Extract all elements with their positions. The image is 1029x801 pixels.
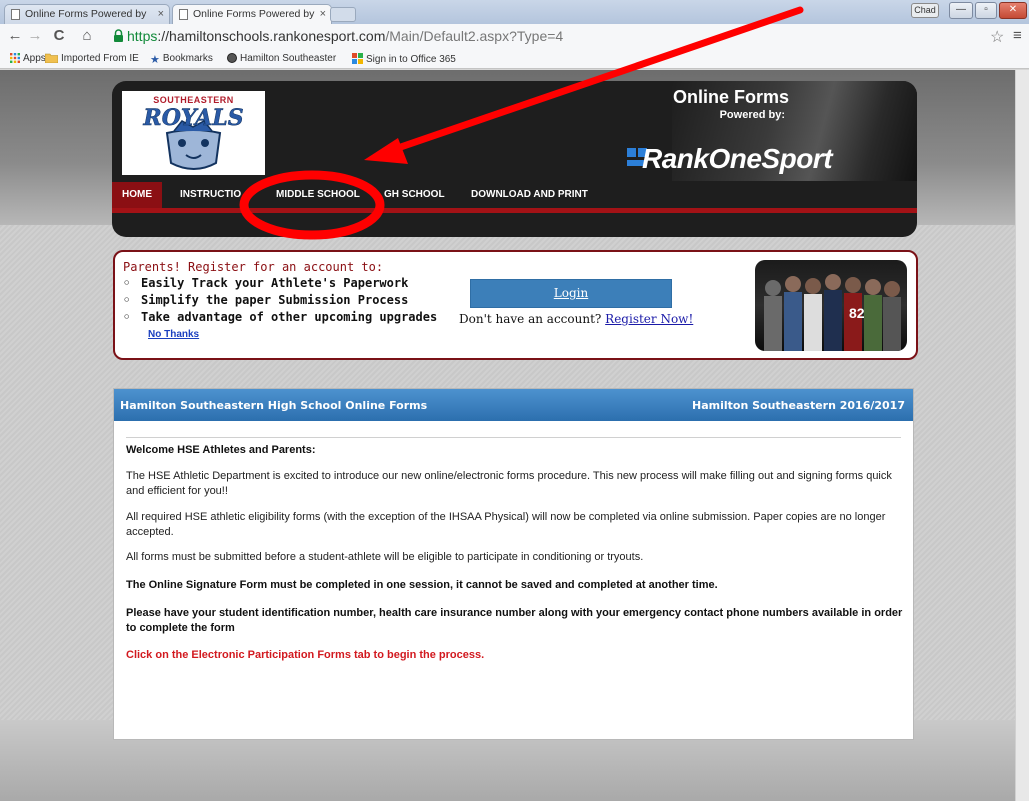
- browser-tab-bar: Online Forms Powered by × Online Forms P…: [0, 0, 1029, 24]
- rankonesport-logo-text: RankOneSport: [642, 143, 833, 174]
- bookmark-star-icon[interactable]: ☆: [990, 27, 1004, 47]
- list-item: Take advantage of other upcoming upgrade…: [123, 309, 437, 326]
- nav-download-and-print[interactable]: DOWNLOAD AND PRINT: [471, 182, 588, 208]
- online-forms-panel: Hamilton Southeastern High School Online…: [113, 388, 914, 740]
- browser-tab[interactable]: Online Forms Powered by ×: [4, 4, 170, 24]
- home-icon[interactable]: ⌂: [78, 27, 96, 45]
- paragraph: All required HSE athletic eligibility fo…: [126, 511, 886, 538]
- close-icon[interactable]: ×: [158, 5, 164, 24]
- close-icon[interactable]: ×: [320, 5, 326, 24]
- list-item: Easily Track your Athlete's Paperwork: [123, 275, 437, 292]
- maximize-button[interactable]: ▫: [975, 2, 997, 19]
- panel-season: Hamilton Southeastern 2016/2017: [692, 399, 905, 412]
- register-benefits-list: Easily Track your Athlete's Paperwork Si…: [123, 275, 437, 326]
- bookmarks-bar: Apps Imported From IE ★ Bookmarks Hamilto…: [0, 50, 1029, 69]
- register-now-link[interactable]: Register Now!: [605, 312, 693, 326]
- nav-instructions[interactable]: INSTRUCTIO: [180, 182, 241, 208]
- instruction-text: Click on the Electronic Participation Fo…: [126, 649, 485, 661]
- paragraph-notice: The Online Signature Form must be comple…: [126, 579, 718, 591]
- bookmark-hamilton-southeastern[interactable]: Hamilton Southeaster: [227, 53, 336, 64]
- site-title: Online Forms: [672, 87, 789, 107]
- paragraph-requirements: Please have your student identification …: [126, 607, 903, 634]
- reload-icon[interactable]: C: [50, 27, 68, 45]
- athletes-photo: 82: [755, 260, 907, 351]
- minimize-button[interactable]: —: [949, 2, 973, 19]
- no-account-text: Don't have an account? Register Now!: [459, 312, 694, 326]
- register-promo-box: Parents! Register for an account to: Eas…: [113, 250, 918, 360]
- page-scrollbar[interactable]: [1015, 70, 1029, 801]
- site-header: SOUTHEASTERN ROYALS Online Forms Powered…: [112, 81, 917, 237]
- login-button[interactable]: Login: [470, 279, 672, 308]
- register-heading: Parents! Register for an account to:: [123, 260, 384, 274]
- page-icon: [179, 9, 188, 20]
- school-logo[interactable]: SOUTHEASTERN ROYALS: [122, 91, 265, 175]
- folder-icon: [45, 53, 58, 63]
- divider: [126, 437, 901, 438]
- list-item: Simplify the paper Submission Process: [123, 292, 437, 309]
- bookmark-apps[interactable]: Apps: [10, 53, 46, 64]
- forward-icon[interactable]: →: [26, 27, 44, 45]
- office-icon: [352, 53, 363, 64]
- menu-icon[interactable]: ≡: [1013, 27, 1022, 44]
- tab-title: Online Forms Powered by: [25, 8, 147, 20]
- no-thanks-link[interactable]: No Thanks: [148, 329, 199, 340]
- powered-by-text: Powered by:: [719, 109, 785, 121]
- page-icon: [11, 9, 20, 20]
- apps-grid-icon: [10, 53, 20, 63]
- star-icon: ★: [150, 54, 160, 66]
- bookmark-office-365[interactable]: Sign in to Office 365: [352, 53, 456, 65]
- bookmark-bookmarks[interactable]: ★ Bookmarks: [150, 53, 213, 66]
- new-tab-button[interactable]: [330, 7, 356, 22]
- panel-header: Hamilton Southeastern High School Online…: [114, 389, 913, 421]
- paragraph: All forms must be submitted before a stu…: [126, 551, 644, 563]
- browser-tab-active[interactable]: Online Forms Powered by ×: [172, 4, 332, 24]
- tab-title: Online Forms Powered by: [193, 8, 315, 20]
- nav-underline: [112, 208, 917, 213]
- back-icon[interactable]: ←: [6, 27, 24, 45]
- svg-text:82: 82: [849, 305, 865, 321]
- logo-top-text: SOUTHEASTERN: [153, 95, 234, 105]
- main-nav: HOME INSTRUCTIO MIDDLE SCHOOL GH SCHOOL …: [112, 182, 917, 208]
- paragraph: The HSE Athletic Department is excited t…: [126, 470, 892, 497]
- url-text[interactable]: https://hamiltonschools.rankonesport.com…: [127, 28, 563, 44]
- logo-royals-text: ROYALS: [143, 105, 244, 132]
- browser-toolbar: ← → C ⌂ https://hamiltonschools.rankones…: [0, 24, 1029, 50]
- panel-title: Hamilton Southeastern High School Online…: [120, 399, 428, 412]
- nav-high-school[interactable]: GH SCHOOL: [384, 182, 445, 208]
- lock-icon: [114, 29, 123, 42]
- user-profile-button[interactable]: Chad: [911, 3, 939, 18]
- welcome-heading: Welcome HSE Athletes and Parents:: [126, 444, 316, 456]
- nav-home[interactable]: HOME: [112, 182, 162, 208]
- close-window-button[interactable]: ✕: [999, 2, 1027, 19]
- bookmark-imported-from-ie[interactable]: Imported From IE: [45, 53, 139, 64]
- page-viewport: SOUTHEASTERN ROYALS Online Forms Powered…: [0, 70, 1029, 801]
- school-seal-icon: [227, 53, 237, 63]
- nav-middle-school[interactable]: MIDDLE SCHOOL: [276, 182, 360, 208]
